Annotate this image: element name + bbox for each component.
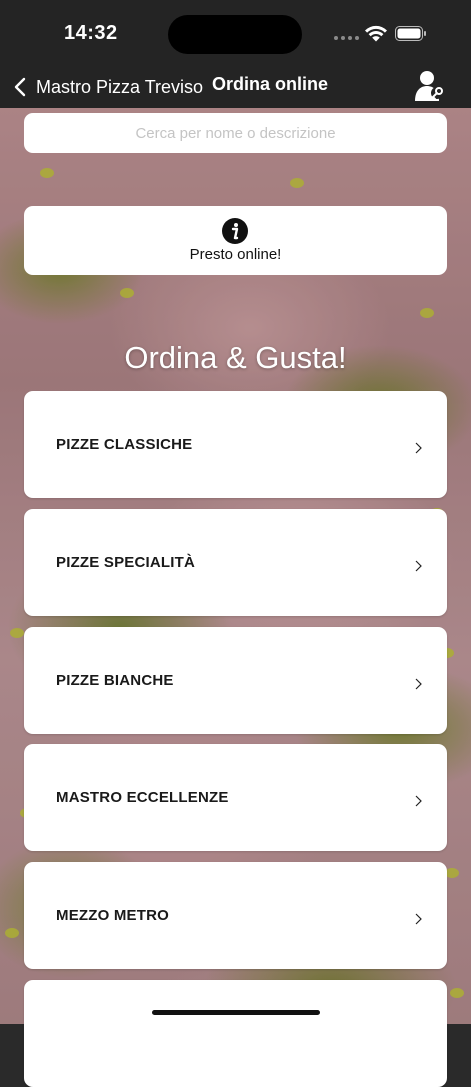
category-item[interactable]: PIZZE CLASSICHE [24, 391, 447, 498]
category-label: MEZZO METRO [56, 907, 170, 924]
navigation-bar: Mastro Pizza Treviso Ordina online [0, 66, 471, 108]
user-login-icon[interactable] [412, 68, 446, 104]
chevron-right-icon [415, 678, 422, 690]
battery-icon [395, 26, 426, 41]
chevron-right-icon [415, 795, 422, 807]
section-heading: Ordina & Gusta! [124, 340, 347, 375]
dynamic-island [168, 15, 302, 54]
back-button-label: Mastro Pizza Treviso [36, 76, 204, 97]
chevron-right-icon [415, 442, 422, 454]
info-icon [222, 218, 248, 244]
back-button[interactable]: Mastro Pizza Treviso [10, 70, 203, 104]
search-input[interactable] [24, 113, 447, 153]
category-item[interactable]: PIZZE SPECIALITÀ [24, 509, 447, 616]
page-title: Ordina online [212, 74, 329, 94]
status-time: 14:32 [64, 22, 118, 44]
chevron-right-icon [415, 913, 422, 925]
notice-text: Presto online! [189, 246, 282, 263]
category-label: PIZZE BIANCHE [56, 672, 174, 689]
category-label: PIZZE CLASSICHE [56, 436, 193, 453]
status-bar: 14:32 [0, 0, 471, 66]
cellular-signal-icon [334, 36, 359, 40]
category-label: MASTRO ECCELLENZE [56, 789, 229, 806]
home-indicator[interactable] [152, 1010, 320, 1015]
category-item[interactable] [24, 980, 447, 1087]
category-item[interactable]: MASTRO ECCELLENZE [24, 744, 447, 851]
notice-card: Presto online! [24, 206, 447, 275]
category-item[interactable]: PIZZE BIANCHE [24, 627, 447, 734]
category-label: PIZZE SPECIALITÀ [56, 554, 196, 571]
wifi-icon [365, 25, 387, 42]
chevron-right-icon [415, 560, 422, 572]
chevron-left-icon [14, 77, 26, 97]
category-item[interactable]: MEZZO METRO [24, 862, 447, 969]
